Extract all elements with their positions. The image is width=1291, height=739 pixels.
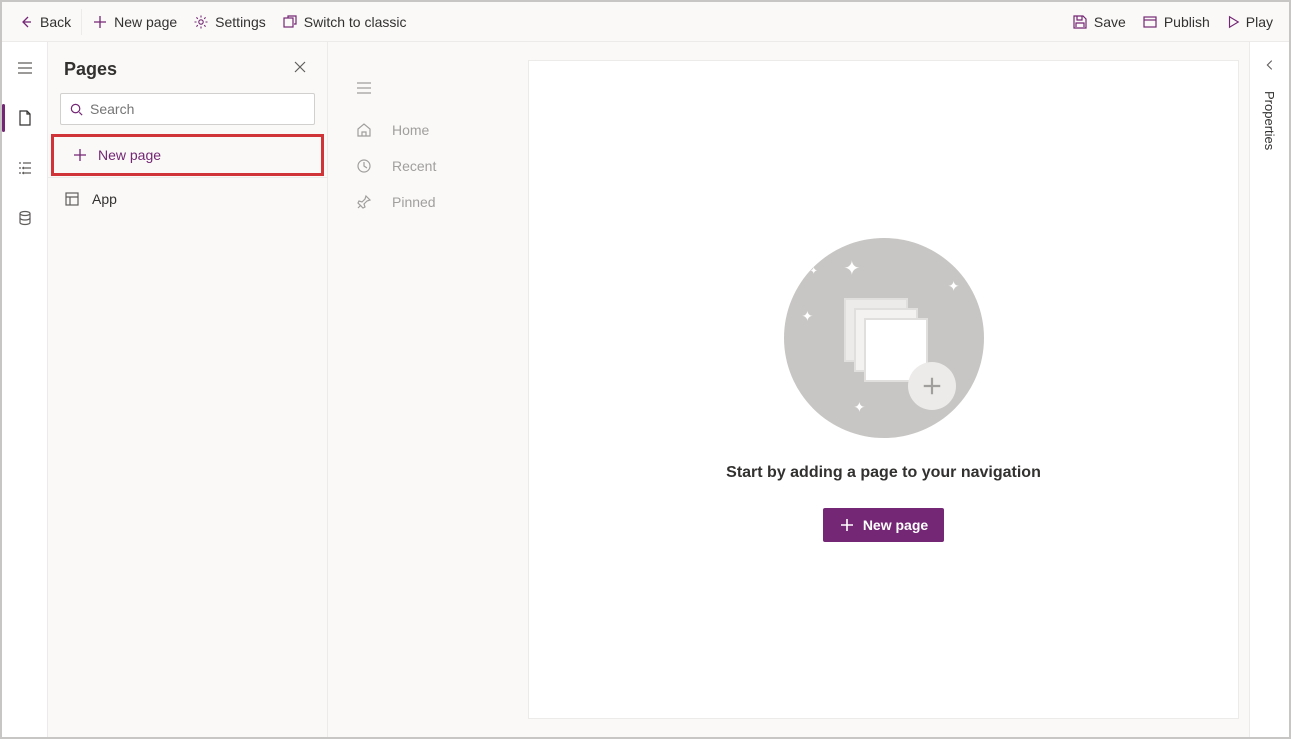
nav-item-home[interactable]: Home bbox=[356, 122, 516, 138]
settings-label: Settings bbox=[215, 14, 266, 30]
close-icon[interactable] bbox=[289, 56, 311, 83]
nav-item-pinned[interactable]: Pinned bbox=[356, 194, 516, 210]
play-label: Play bbox=[1246, 14, 1273, 30]
command-bar: Back New page Settings Switch to classic… bbox=[2, 2, 1289, 42]
canvas-area: Home Recent Pinned ✦✦✦✦✦✦ bbox=[328, 42, 1249, 737]
left-rail bbox=[2, 42, 48, 737]
arrow-left-icon bbox=[18, 14, 34, 30]
switch-classic-button[interactable]: Switch to classic bbox=[274, 4, 415, 40]
separator bbox=[81, 9, 82, 35]
nav-hamburger[interactable] bbox=[356, 80, 516, 96]
gear-icon bbox=[193, 14, 209, 30]
pin-icon bbox=[356, 194, 372, 210]
play-icon bbox=[1226, 15, 1240, 29]
pages-panel-new-page-label: New page bbox=[98, 147, 161, 163]
empty-state-message: Start by adding a page to your navigatio… bbox=[726, 464, 1041, 482]
pages-panel-new-page[interactable]: New page bbox=[52, 135, 323, 175]
new-page-label: New page bbox=[114, 14, 177, 30]
search-icon bbox=[69, 102, 84, 117]
plus-icon bbox=[92, 14, 108, 30]
pages-panel-title: Pages bbox=[64, 59, 117, 80]
nav-item-label: Pinned bbox=[392, 194, 436, 210]
add-circle-icon bbox=[908, 362, 956, 410]
back-label: Back bbox=[40, 14, 71, 30]
nav-item-label: Recent bbox=[392, 158, 436, 174]
switch-icon bbox=[282, 14, 298, 30]
properties-label[interactable]: Properties bbox=[1262, 91, 1277, 150]
rail-tree[interactable] bbox=[5, 148, 45, 188]
search-input[interactable] bbox=[90, 101, 306, 117]
nav-item-label: Home bbox=[392, 122, 429, 138]
plus-icon bbox=[839, 517, 855, 533]
search-input-wrap[interactable] bbox=[60, 93, 315, 125]
pages-item-app[interactable]: App bbox=[48, 178, 327, 220]
settings-button[interactable]: Settings bbox=[185, 4, 274, 40]
empty-state-button-label: New page bbox=[863, 517, 928, 533]
pages-item-label: App bbox=[92, 191, 117, 207]
back-button[interactable]: Back bbox=[10, 4, 79, 40]
hamburger-icon bbox=[356, 80, 372, 96]
switch-classic-label: Switch to classic bbox=[304, 14, 407, 30]
new-page-button[interactable]: New page bbox=[84, 4, 185, 40]
rail-hamburger[interactable] bbox=[5, 48, 45, 88]
rail-data[interactable] bbox=[5, 198, 45, 238]
clock-icon bbox=[356, 158, 372, 174]
rail-pages[interactable] bbox=[5, 98, 45, 138]
publish-icon bbox=[1142, 14, 1158, 30]
publish-button[interactable]: Publish bbox=[1134, 4, 1218, 40]
empty-state-new-page-button[interactable]: New page bbox=[823, 508, 944, 542]
pages-panel: Pages New page App bbox=[48, 42, 328, 737]
save-label: Save bbox=[1094, 14, 1126, 30]
save-icon bbox=[1072, 14, 1088, 30]
properties-rail: Properties bbox=[1249, 42, 1289, 737]
chevron-left-icon[interactable] bbox=[1263, 58, 1277, 77]
nav-preview: Home Recent Pinned bbox=[338, 60, 528, 719]
page-canvas: ✦✦✦✦✦✦ Start by adding a page to your na… bbox=[528, 60, 1239, 719]
layout-icon bbox=[64, 191, 80, 207]
play-button[interactable]: Play bbox=[1218, 4, 1281, 40]
empty-state-illustration: ✦✦✦✦✦✦ bbox=[784, 238, 984, 438]
publish-label: Publish bbox=[1164, 14, 1210, 30]
nav-item-recent[interactable]: Recent bbox=[356, 158, 516, 174]
home-icon bbox=[356, 122, 372, 138]
save-button[interactable]: Save bbox=[1064, 4, 1134, 40]
plus-icon bbox=[72, 147, 88, 163]
